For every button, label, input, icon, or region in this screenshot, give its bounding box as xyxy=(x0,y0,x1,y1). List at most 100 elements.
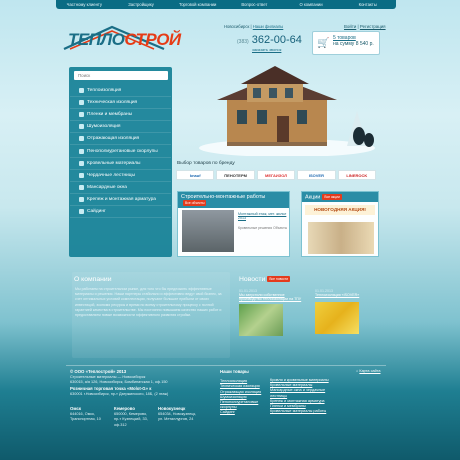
category-icon xyxy=(79,124,84,130)
cart-widget[interactable]: 🛒 5 товаров на сумму 8 540 р. xyxy=(312,31,380,55)
sidebar-item-technical[interactable]: Техническая изоляция xyxy=(70,97,171,110)
footer-goods-link[interactable]: Шумоизоляция xyxy=(220,395,247,399)
brand-linerock[interactable]: LINEROCK xyxy=(337,170,377,180)
news-link[interactable]: Теплоизоляция «ISOVER» xyxy=(315,293,383,297)
category-icon xyxy=(79,160,84,166)
footer-goods-link[interactable]: Отражающая изоляция xyxy=(220,390,261,394)
search-input[interactable]: Поиск xyxy=(74,71,168,80)
footer-goods-link[interactable]: Теплоизоляция xyxy=(220,379,247,383)
nav-item-trade[interactable]: Торговой компании xyxy=(169,2,226,7)
footer-goods-link[interactable]: Кровельные материалы xyxy=(270,383,312,387)
footer-goods-right: Кровля и кровельные материалы Кровельные… xyxy=(270,378,330,414)
footer-city: Новокузнецк 654034, Новокузнецк, ул. Мета… xyxy=(158,406,198,423)
nav-item-about[interactable]: О компании xyxy=(283,2,340,7)
footer-goods-link[interactable]: Пенополиуретановые скорлупы xyxy=(220,400,258,409)
category-icon xyxy=(79,196,84,202)
news-title: Новости Все новости xyxy=(239,276,291,283)
brand-megaizol[interactable]: МЕГАИЗОЛ xyxy=(256,170,296,180)
footer-city-name: Новокузнецк xyxy=(158,406,186,411)
footer-company-sub: Строительные материалы — Новосибирск xyxy=(70,375,146,380)
footer-divider xyxy=(66,365,386,366)
brand-isover[interactable]: ISOVER xyxy=(297,170,336,180)
promo-text: Кровельные решения Объекты xyxy=(238,226,288,230)
nav-item-private[interactable]: Частному клиенту xyxy=(56,2,113,7)
sidebar-item-noise[interactable]: Шумоизоляция xyxy=(70,121,171,134)
footer-city: Кемерово 650000, Кемерово, пр-т Кузнецкий… xyxy=(114,406,152,428)
sidebar-item-insulation[interactable]: Теплоизоляция xyxy=(70,85,171,98)
login-link[interactable]: Войти xyxy=(344,24,356,29)
cart-icon: 🛒 xyxy=(317,38,330,49)
promo-header: Строительно-монтажные работыВсе объекты xyxy=(178,192,289,209)
sidebar-menu: Теплоизоляция Техническая изоляция Пленк… xyxy=(70,85,171,219)
sidebar-item-roofing[interactable]: Кровельные материалы xyxy=(70,158,171,170)
sitemap-icon: ⌂ xyxy=(356,369,359,373)
footer-retail-address: 630001 г.Новосибирск, пр-т Дзержинского,… xyxy=(70,391,169,396)
sidebar-item-stairs[interactable]: Чердачные лестницы xyxy=(70,170,171,182)
house-illustration xyxy=(199,66,375,156)
news-image[interactable] xyxy=(315,302,359,334)
login-links: Войти | Регистрация xyxy=(344,24,386,29)
actions-headline[interactable]: НОВОГОДНЯЯ АКЦИЯ! xyxy=(305,205,375,216)
promo-badge[interactable]: Все объекты xyxy=(183,200,207,206)
promo-link[interactable]: Монтажный этаж, мет. жилье 2013 xyxy=(238,212,288,220)
news-item: 01.01.2013 Мы запустили собственное прои… xyxy=(239,289,307,336)
footer-goods: Наши товары Теплоизоляция Техническая из… xyxy=(220,369,272,416)
cart-sum: на сумму 8 540 р. xyxy=(333,41,374,47)
nav-item-faq[interactable]: Вопрос-ответ xyxy=(226,2,283,7)
city-selector[interactable]: Новосибирск | Наши филиалы xyxy=(224,24,283,29)
footer-goods-title: Наши товары xyxy=(220,369,249,374)
about-title: О компании xyxy=(74,276,112,283)
actions-badge[interactable]: Все акции xyxy=(322,194,342,200)
sidebar-item-windows[interactable]: Мансардные окна xyxy=(70,182,171,194)
footer-goods-link[interactable]: Кровельные материалы работы xyxy=(270,409,326,413)
callback-link[interactable]: заказать звонок xyxy=(252,47,281,52)
nav-item-contacts[interactable]: Контакты xyxy=(339,2,396,7)
category-icon xyxy=(79,208,84,214)
footer-goods-link[interactable]: Крепеж и монтажная арматура xyxy=(270,399,325,403)
footer-goods-link[interactable]: Сайдинг xyxy=(220,410,235,414)
about-section: О компании Мы работаем на строительном р… xyxy=(72,272,230,358)
news-link[interactable]: Мы запустили собственное производство те… xyxy=(239,293,307,301)
footer-company-name: © ООО «Теплострой» 2013 xyxy=(70,369,127,374)
brand-knauf[interactable]: knauf xyxy=(176,170,215,180)
brand-list: knauf ПЕНОТЕРМ МЕГАИЗОЛ ISOVER LINEROCK xyxy=(176,170,377,180)
footer-city-name: Омск xyxy=(70,406,82,411)
footer-address: 630015, а/я 126, Новосибирск, Бомбинатск… xyxy=(70,380,168,385)
promo-image[interactable] xyxy=(182,210,234,252)
phone-number: (383) 362-00-64 xyxy=(237,34,302,46)
footer-goods-link[interactable]: Кровля и кровельные материалы xyxy=(270,378,329,382)
actions-panel: Акции Все акции НОВОГОДНЯЯ АКЦИЯ! xyxy=(301,191,379,257)
brand-penoterm[interactable]: ПЕНОТЕРМ xyxy=(216,170,255,180)
footer-sitemap[interactable]: ⌂ Карта сайта xyxy=(356,369,386,374)
site-logo[interactable]: ТЕПЛОСТРОЙ xyxy=(68,30,181,50)
news-badge[interactable]: Все новости xyxy=(267,276,291,283)
news-item: 01.01.2013 Теплоизоляция «ISOVER» xyxy=(315,289,383,334)
actions-header: Акции Все акции xyxy=(302,192,378,203)
register-link[interactable]: Регистрация xyxy=(360,24,386,29)
footer-city-address: 644016, Омск, Транспортная, 10 xyxy=(70,412,101,422)
sidebar-item-shells[interactable]: Пенополиуретановые скорлупы xyxy=(70,145,171,158)
category-icon xyxy=(79,88,84,94)
category-icon xyxy=(79,100,84,106)
promo-panel: Строительно-монтажные работыВсе объекты … xyxy=(177,191,290,257)
footer-goods-link[interactable]: Пленки и мембраны xyxy=(270,404,306,408)
top-navigation: Частному клиенту Застройщику Торговой ко… xyxy=(56,0,396,9)
footer-retail-title: Розничная торговая точка «Molot-G» к xyxy=(70,385,152,391)
sidebar-item-reflective[interactable]: Отражающая изоляция xyxy=(70,133,171,146)
category-icon xyxy=(79,112,84,118)
sidebar-item-films[interactable]: Пленки и мембраны xyxy=(70,109,171,122)
footer-city-address: 654034, Новокузнецк, ул. Металлургов, 24 xyxy=(158,412,197,422)
footer-goods-link[interactable]: Техническая изоляция xyxy=(220,384,260,388)
category-icon xyxy=(79,148,84,154)
news-image[interactable] xyxy=(239,304,283,336)
footer-goods-link[interactable]: Мансардные окна и чердачные лестницы xyxy=(270,388,325,397)
sidebar-item-siding[interactable]: Сайдинг xyxy=(70,206,171,219)
footer-city-address: 650000, Кемерово, пр-т Кузнецкий, 33, оф… xyxy=(114,412,148,427)
sitemap-link[interactable]: Карта сайта xyxy=(359,369,380,373)
actions-image[interactable] xyxy=(308,222,374,254)
footer-company: © ООО «Теплострой» 2013 Строительные мат… xyxy=(70,369,200,397)
sidebar-item-fasteners[interactable]: Крепеж и монтажная арматура xyxy=(70,194,171,206)
news-section: Новости Все новости 01.01.2013 Мы запусти… xyxy=(237,272,385,358)
nav-item-developer[interactable]: Застройщику xyxy=(113,2,170,7)
category-icon xyxy=(79,136,84,142)
